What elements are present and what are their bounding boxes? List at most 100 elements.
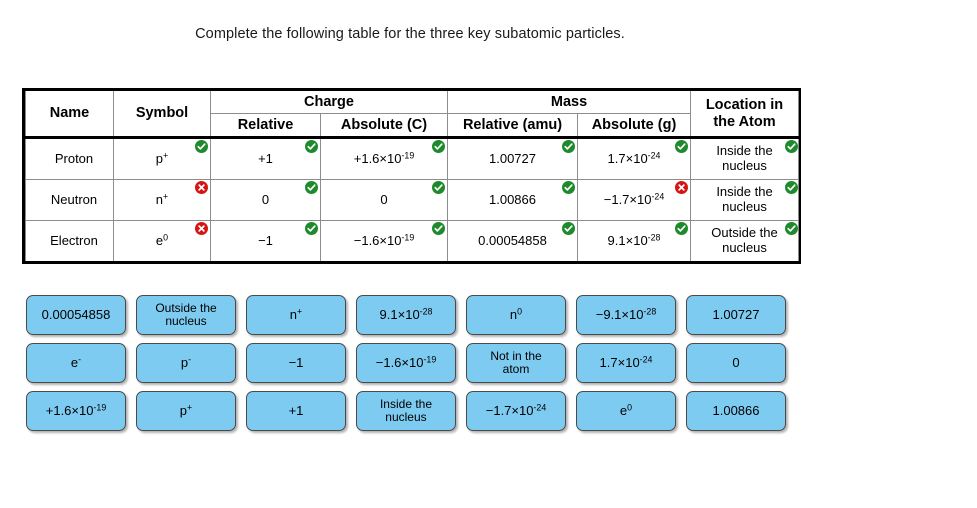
cell-location-line1: Outside the <box>711 225 778 241</box>
cell-symbol-value: e0 <box>155 232 169 248</box>
answer-tile[interactable]: −1.6×10-19 <box>356 343 456 383</box>
cell-charge-relative[interactable]: 0 <box>210 179 321 221</box>
answer-tile-label: n+ <box>289 306 303 322</box>
answer-tile-label: e- <box>70 354 82 370</box>
cell-charge-relative-value: 0 <box>261 191 270 207</box>
answer-tile[interactable]: −9.1×10-28 <box>576 295 676 335</box>
answer-tile[interactable]: n+ <box>246 295 346 335</box>
answer-tile[interactable]: Not in the atom <box>466 343 566 383</box>
answer-tile-label: 9.1×10-28 <box>379 306 433 322</box>
answer-tile[interactable]: p- <box>136 343 236 383</box>
header-location: Location in the Atom <box>690 91 799 139</box>
answer-tile-label: +1.6×10-19 <box>45 402 107 418</box>
answer-tile[interactable]: 9.1×10-28 <box>356 295 456 335</box>
cell-location[interactable]: Inside the nucleus <box>690 179 799 221</box>
answer-tile[interactable]: Inside the nucleus <box>356 391 456 431</box>
answer-tile[interactable]: −1.7×10-24 <box>466 391 566 431</box>
cell-charge-relative-value: +1 <box>258 150 273 166</box>
answer-tile[interactable]: +1 <box>246 391 346 431</box>
correct-badge-icon <box>785 222 798 235</box>
answer-tile[interactable]: e0 <box>576 391 676 431</box>
header-charge-absolute: Absolute (C) <box>320 113 448 139</box>
tile-row: 0.00054858 Outside the nucleus n+ 9.1×10-28 n… <box>26 295 786 335</box>
cell-charge-absolute-value: +1.6×10-19 <box>353 150 415 166</box>
correct-badge-icon <box>675 140 688 153</box>
answer-tile-label: e0 <box>619 402 633 418</box>
cell-symbol[interactable]: n+ <box>113 179 211 221</box>
cell-mass-relative-value: 1.00727 <box>489 150 536 166</box>
correct-badge-icon <box>432 181 445 194</box>
correct-badge-icon <box>785 140 798 153</box>
answer-tile-label: −1.6×10-19 <box>375 354 437 370</box>
cell-mass-absolute[interactable]: −1.7×10-24 <box>577 179 691 221</box>
answer-tile[interactable]: −1 <box>246 343 346 383</box>
answer-tile-label: Inside the nucleus <box>379 396 433 424</box>
cell-charge-absolute[interactable]: 0 <box>320 179 448 221</box>
correct-badge-icon <box>785 181 798 194</box>
correct-badge-icon <box>432 222 445 235</box>
answer-tile-label: n0 <box>509 306 523 322</box>
answer-tile-label: Not in the atom <box>490 348 542 376</box>
cell-location[interactable]: Outside the nucleus <box>690 220 799 261</box>
answer-tile-label: 0.00054858 <box>41 306 111 322</box>
answer-tile[interactable]: n0 <box>466 295 566 335</box>
answer-tile-label: 1.00866 <box>712 402 760 418</box>
correct-badge-icon <box>305 140 318 153</box>
answer-tile-label: −1 <box>288 354 304 370</box>
cell-mass-absolute[interactable]: 9.1×10-28 <box>577 220 691 261</box>
table-body: Proton p+ +1 +1.6×10-19 1.00727 1.7×10-24 Insi… <box>25 137 799 261</box>
answer-tile[interactable]: e- <box>26 343 126 383</box>
incorrect-badge-icon <box>675 181 688 194</box>
cell-symbol-value: p+ <box>155 150 169 166</box>
header-mass-relative: Relative (amu) <box>447 113 578 139</box>
cell-charge-relative[interactable]: −1 <box>210 220 321 261</box>
correct-badge-icon <box>675 222 688 235</box>
cell-charge-absolute-value: −1.6×10-19 <box>353 232 415 248</box>
cell-charge-absolute[interactable]: −1.6×10-19 <box>320 220 448 261</box>
answer-tile-label: p+ <box>179 402 193 418</box>
answer-tile-label: 1.00727 <box>712 306 760 322</box>
answer-tile[interactable]: p+ <box>136 391 236 431</box>
answer-tile[interactable]: +1.6×10-19 <box>26 391 126 431</box>
cell-charge-relative[interactable]: +1 <box>210 137 321 180</box>
answer-tile[interactable]: 1.00866 <box>686 391 786 431</box>
answer-tile-label: p- <box>180 354 192 370</box>
answer-tile[interactable]: 1.00727 <box>686 295 786 335</box>
cell-charge-absolute[interactable]: +1.6×10-19 <box>320 137 448 180</box>
answer-tile[interactable]: 1.7×10-24 <box>576 343 676 383</box>
answer-tile[interactable]: 0.00054858 <box>26 295 126 335</box>
header-charge-relative: Relative <box>210 113 321 139</box>
cell-mass-absolute[interactable]: 1.7×10-24 <box>577 137 691 180</box>
cell-location-line2: nucleus <box>722 158 767 173</box>
table-row: Neutron n+ 0 0 1.00866 −1.7×10-24 Inside the nu… <box>25 179 799 221</box>
cell-mass-relative[interactable]: 0.00054858 <box>447 220 578 261</box>
answer-tile-bank: 0.00054858 Outside the nucleus n+ 9.1×10-28 n… <box>26 295 786 439</box>
cell-location-line2: nucleus <box>722 199 767 214</box>
cell-symbol[interactable]: e0 <box>113 220 211 261</box>
header-location-line2: the Atom <box>713 113 776 130</box>
cell-symbol-value: n+ <box>155 191 169 207</box>
cell-location-line1: Inside the <box>716 184 773 200</box>
table-row: Electron e0 −1 −1.6×10-19 0.00054858 9.1×10-2… <box>25 220 799 261</box>
correct-badge-icon <box>195 140 208 153</box>
cell-mass-relative[interactable]: 1.00727 <box>447 137 578 180</box>
answer-tile[interactable]: 0 <box>686 343 786 383</box>
answer-tile-label: Outside the nucleus <box>155 300 217 328</box>
cell-location[interactable]: Inside the nucleus <box>690 137 799 180</box>
cell-mass-absolute-value: −1.7×10-24 <box>603 191 665 207</box>
table-row: Proton p+ +1 +1.6×10-19 1.00727 1.7×10-24 Insi… <box>25 137 799 180</box>
cell-location-line2: nucleus <box>722 240 767 255</box>
answer-tile[interactable]: Outside the nucleus <box>136 295 236 335</box>
cell-mass-relative-value: 0.00054858 <box>478 232 547 248</box>
answer-tile-label: +1 <box>288 402 304 418</box>
header-location-line1: Location in <box>705 97 784 114</box>
cell-mass-relative-value: 1.00866 <box>489 191 536 207</box>
incorrect-badge-icon <box>195 222 208 235</box>
table-header-row-1: Name Symbol Charge Mass Location in the … <box>25 91 799 139</box>
answer-tile-label: 0 <box>732 354 740 370</box>
cell-symbol[interactable]: p+ <box>113 137 211 180</box>
cell-location-line1: Inside the <box>716 143 773 159</box>
answer-tile-label: 1.7×10-24 <box>599 354 653 370</box>
cell-mass-relative[interactable]: 1.00866 <box>447 179 578 221</box>
cell-particle-name: Proton <box>25 137 114 180</box>
